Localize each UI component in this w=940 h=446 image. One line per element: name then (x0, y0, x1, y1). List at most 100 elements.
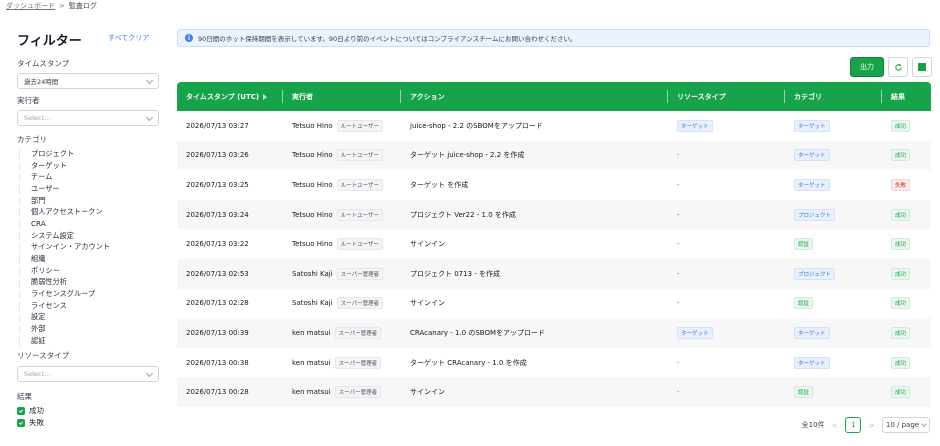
table-row[interactable]: 2026/07/13 03:24 Tetsuo Hino ルートユーザー プロジ… (177, 199, 931, 230)
result-failure-checkbox[interactable]: 失敗 (17, 417, 44, 428)
result-success-checkbox[interactable]: 成功 (17, 405, 44, 416)
category-item[interactable]: 認証 (17, 335, 157, 347)
table-row[interactable]: 2026/07/13 03:27 Tetsuo Hino ルートユーザー jui… (177, 111, 931, 141)
cell-result: 成功 (882, 200, 931, 230)
checkbox-checked-icon (17, 418, 25, 427)
prev-page-button[interactable]: < (832, 421, 839, 430)
empty-value: - (677, 151, 680, 160)
table-row[interactable]: 2026/07/13 02:28 Satoshi Kaji スーパー管理者 サイ… (177, 289, 931, 319)
cell-action: CRAcanary - 1.0 のSBOMをアップロード (410, 328, 546, 337)
column-header-timestamp[interactable]: タイムスタンプ (UTC) (177, 82, 283, 111)
cell-category: プロジェクト (785, 200, 882, 230)
category-item[interactable]: プロジェクト (17, 148, 157, 160)
resource-type-filter-select[interactable]: Select... (17, 366, 159, 382)
cell-timestamp: 2026/07/13 03:24 (186, 210, 249, 219)
cell-timestamp: 2026/07/13 00:39 (186, 328, 249, 337)
page-1-button[interactable]: 1 (845, 417, 862, 433)
category-item[interactable]: 外部 (17, 323, 157, 335)
column-header-action[interactable]: アクション (401, 82, 668, 111)
cell-timestamp: 2026/07/13 00:38 (186, 358, 249, 367)
role-tag: スーパー管理者 (336, 267, 384, 280)
breadcrumb-dashboard-link[interactable]: ダッシュボード (6, 1, 55, 11)
actor-filter-select[interactable]: Select... (17, 110, 159, 126)
cell-actor: ken matsui スーパー管理者 (283, 348, 401, 378)
cell-timestamp: 2026/07/13 03:27 (186, 121, 249, 130)
actor-name: Tetsuo Hino (292, 240, 333, 249)
category-item[interactable]: ライセンス (17, 300, 157, 312)
table-row[interactable]: 2026/07/13 00:38 ken matsui スーパー管理者 ターゲッ… (177, 348, 931, 378)
cell-resource-type: - (668, 141, 785, 171)
actor-name: ken matsui (292, 388, 331, 397)
category-item[interactable]: 設定 (17, 312, 157, 324)
category-item[interactable]: ポリシー (17, 265, 157, 277)
cell-category: ターゲット (785, 111, 882, 141)
resource-type-filter-placeholder: Select... (24, 370, 51, 378)
actor-filter-placeholder: Select... (24, 114, 51, 122)
cell-category: ターゲット (785, 170, 882, 200)
cell-action: juice-shop - 2.2 のSBOMをアップロード (410, 121, 543, 130)
category-item[interactable]: チーム (17, 171, 157, 183)
refresh-icon (894, 63, 902, 71)
category-item[interactable]: サインイン・アカウント (17, 242, 157, 254)
category-item[interactable]: 部門 (17, 195, 157, 207)
table-row[interactable]: 2026/07/13 03:25 Tetsuo Hino ルートユーザー ターゲ… (177, 170, 931, 200)
cell-timestamp: 2026/07/13 02:28 (186, 299, 249, 308)
result-tag: 成功 (891, 119, 911, 132)
cell-actor: Tetsuo Hino ルートユーザー (283, 229, 401, 259)
info-icon: i (185, 34, 193, 42)
column-header-result[interactable]: 結果 (882, 82, 931, 111)
resource-type-tag: ターゲット (677, 119, 713, 132)
category-tag: ターゲット (794, 178, 830, 191)
cell-resource-type: ターゲット (668, 111, 785, 141)
column-settings-button[interactable] (912, 57, 932, 77)
column-header-actor[interactable]: 実行者 (283, 82, 401, 111)
table-header: タイムスタンプ (UTC) 実行者 アクション リソースタイプ カテゴリ 結果 (177, 82, 931, 111)
column-header-resource-type[interactable]: リソースタイプ (668, 82, 785, 111)
cell-action: ターゲット CRAcanary - 1.0 を作成 (410, 358, 527, 367)
role-tag: ルートユーザー (336, 238, 384, 251)
table-row[interactable]: 2026/07/13 02:53 Satoshi Kaji スーパー管理者 プロ… (177, 258, 931, 289)
table-row[interactable]: 2026/07/13 03:26 Tetsuo Hino ルートユーザー ターゲ… (177, 140, 931, 171)
result-tag: 成功 (891, 386, 911, 399)
category-item[interactable]: 脆弱性分析 (17, 277, 157, 289)
category-tag: ターゲット (794, 326, 830, 339)
table-row[interactable]: 2026/07/13 00:28 ken matsui スーパー管理者 サインイ… (177, 377, 931, 407)
role-tag: ルートユーザー (336, 119, 384, 132)
category-item[interactable]: 組織 (17, 253, 157, 265)
category-tag: プロジェクト (794, 208, 836, 221)
actor-name: Satoshi Kaji (292, 299, 333, 308)
timestamp-filter-select[interactable]: 過去24時間 (17, 73, 159, 89)
category-item[interactable]: ユーザー (17, 183, 157, 195)
result-tag: 成功 (891, 297, 911, 310)
cell-category: ターゲット (785, 318, 882, 348)
cell-action: ターゲット juice-shop - 2.2 を作成 (410, 151, 525, 160)
category-item[interactable]: ターゲット (17, 160, 157, 172)
cell-timestamp: 2026/07/13 02:53 (186, 269, 249, 278)
column-header-category[interactable]: カテゴリ (785, 82, 882, 111)
category-tag: ターゲット (794, 149, 830, 162)
category-tag: 認証 (794, 386, 814, 399)
refresh-button[interactable] (888, 57, 908, 77)
page-size-select[interactable]: 10 / page (882, 417, 930, 433)
category-item[interactable]: ライセンスグループ (17, 288, 157, 300)
page-size-value: 10 / page (885, 421, 920, 429)
result-failure-label: 失敗 (29, 418, 44, 427)
result-filter-label: 結果 (17, 392, 32, 401)
category-item[interactable]: 個人アクセストークン (17, 206, 157, 218)
role-tag: スーパー管理者 (336, 297, 384, 310)
pagination: 全10件 < 1 > 10 / page (802, 417, 930, 433)
next-page-button[interactable]: > (868, 421, 875, 430)
cell-result: 成功 (882, 229, 931, 259)
role-tag: ルートユーザー (336, 178, 384, 191)
table-row[interactable]: 2026/07/13 00:39 ken matsui スーパー管理者 CRAc… (177, 318, 931, 348)
cell-timestamp: 2026/07/13 03:26 (186, 151, 249, 160)
cell-result: 成功 (882, 377, 931, 407)
export-button[interactable]: 出力 (850, 57, 884, 77)
clear-all-link[interactable]: すべてクリア (108, 33, 149, 43)
cell-action: プロジェクト Ver22 - 1.0 を作成 (410, 210, 516, 219)
empty-value: - (677, 240, 680, 249)
table-row[interactable]: 2026/07/13 03:22 Tetsuo Hino ルートユーザー サイン… (177, 229, 931, 259)
category-item[interactable]: CRA (17, 218, 157, 230)
category-item[interactable]: システム設定 (17, 230, 157, 242)
cell-actor: ken matsui スーパー管理者 (283, 377, 401, 407)
